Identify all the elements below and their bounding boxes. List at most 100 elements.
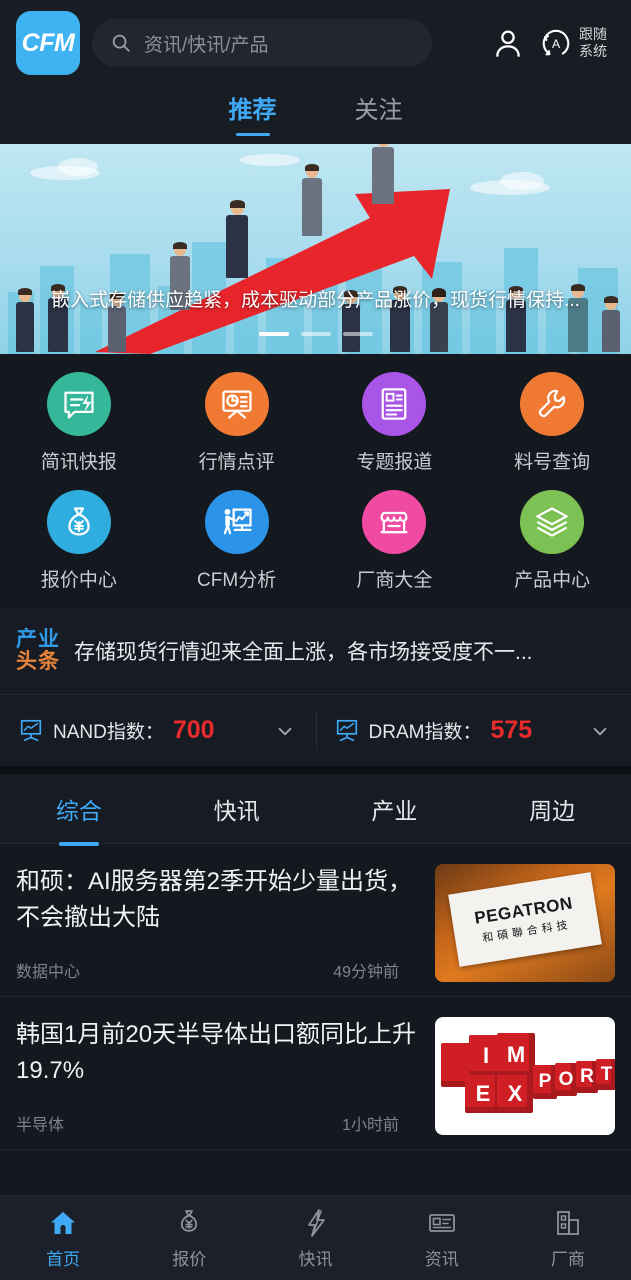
svg-text:A: A (552, 37, 561, 51)
shortcut-special-report[interactable]: 专题报道 (316, 372, 474, 474)
top-tab-bar: 推荐 关注 (0, 86, 631, 144)
chevron-down-icon[interactable] (587, 718, 613, 744)
nav-item-flash[interactable]: 快讯 (252, 1207, 378, 1270)
shortcut-label: 简讯快报 (40, 452, 117, 473)
product-center-icon (520, 490, 585, 554)
badge-line2: 头条 (16, 650, 60, 673)
news-list: 和硕：AI服务器第2季开始少量出货，不会撤出大陆 数据中心 49分钟前 PEGA… (0, 844, 631, 1195)
shortcut-label: 报价中心 (40, 570, 117, 591)
news-thumbnail[interactable]: I M E X P O R T (435, 1017, 615, 1135)
news-source: 数据中心 (16, 964, 81, 981)
news-item[interactable]: 和硕：AI服务器第2季开始少量出货，不会撤出大陆 数据中心 49分钟前 PEGA… (0, 844, 631, 997)
nand-index-value: 700 (172, 716, 215, 744)
block-letter: P (533, 1065, 557, 1099)
news-meta: 数据中心 49分钟前 (16, 944, 419, 982)
hero-banner[interactable]: 嵌入式存储供应趋紧，成本驱动部分产品涨价，现货行情保持... (0, 144, 631, 354)
person-figure (300, 164, 324, 236)
search-input[interactable]: 资讯/快讯/产品 (92, 19, 432, 67)
news-time: 49分钟前 (333, 964, 399, 981)
content-tab-flash[interactable]: 快讯 (158, 792, 316, 826)
banner-dot[interactable] (258, 332, 289, 336)
headline-row[interactable]: 产业 头条 存储现货行情迎来全面上涨，各市场接受度不一... (0, 608, 631, 694)
news-time: 1小时前 (342, 1117, 399, 1134)
auto-theme-icon: A (542, 29, 570, 56)
nav-item-vendor[interactable]: 厂商 (505, 1207, 631, 1270)
shortcut-product-center[interactable]: 产品中心 (473, 490, 631, 592)
dram-index-cell[interactable]: DRAM指数： 575 (315, 695, 631, 766)
app-root: CFM 资讯/快讯/产品 A 跟随 系统 推荐 关注 嵌入式存储供应趋紧，成本驱… (0, 0, 631, 1280)
nav-item-quote[interactable]: 报价 (126, 1207, 252, 1270)
headline-text: 存储现货行情迎来全面上涨，各市场接受度不一... (74, 641, 533, 664)
shortcut-grid: 简讯快报 行情点评 专题报道 料号查询 报价中心 CFM分析 厂商大全 产品中心 (0, 354, 631, 608)
news-source: 半导体 (16, 1117, 65, 1134)
block-letter: M (497, 1033, 535, 1077)
shortcut-part-number-search[interactable]: 料号查询 (473, 372, 631, 474)
search-placeholder: 资讯/快讯/产品 (144, 34, 269, 56)
banner-dot[interactable] (342, 332, 373, 336)
shortcut-news-flash[interactable]: 简讯快报 (0, 372, 158, 474)
dram-index-label: DRAM指数： (368, 722, 482, 743)
nav-label: 首页 (46, 1249, 81, 1269)
chart-board-icon (20, 719, 42, 741)
news-content: 韩国1月前20天半导体出口额同比上升19.7% 半导体 1小时前 (16, 1017, 419, 1135)
special-report-icon (362, 372, 427, 436)
home-icon (51, 1211, 76, 1234)
news-thumbnail[interactable]: PEGATRON 和碩聯合科技 (435, 864, 615, 982)
nand-index-label: NAND指数： (53, 722, 164, 743)
theme-toggle[interactable]: A 跟随 系统 (539, 26, 615, 60)
shortcut-quote-center[interactable]: 报价中心 (0, 490, 158, 592)
pegatron-sign: PEGATRON 和碩聯合科技 (448, 872, 602, 967)
banner-dot[interactable] (300, 332, 331, 336)
news-title: 韩国1月前20天半导体出口额同比上升19.7% (16, 1021, 417, 1084)
headline-card: 产业 头条 存储现货行情迎来全面上涨，各市场接受度不一... NAND指数： 7… (0, 608, 631, 766)
nav-label: 厂商 (550, 1249, 585, 1269)
person-figure (370, 144, 396, 204)
dram-index-value: 575 (490, 716, 533, 744)
news-card-icon (428, 1213, 455, 1232)
shortcut-label: CFM分析 (197, 570, 277, 591)
lightning-icon (307, 1208, 325, 1237)
search-icon (112, 34, 130, 52)
theme-label-line1: 跟随 (579, 26, 607, 42)
content-tab-industry[interactable]: 产业 (316, 792, 474, 826)
banner-title: 嵌入式存储供应趋紧，成本驱动部分产品涨价，现货行情保持... (51, 290, 580, 311)
content-tab-comprehensive[interactable]: 综合 (0, 792, 158, 826)
block-letter: R (576, 1061, 598, 1093)
badge-line1: 产业 (16, 627, 60, 651)
block-letter: E (465, 1075, 501, 1113)
quote-center-icon (46, 490, 111, 554)
shortcut-label: 专题报道 (356, 452, 433, 473)
nav-item-news[interactable]: 资讯 (379, 1207, 505, 1270)
nav-label: 快讯 (298, 1249, 333, 1269)
industry-headline-badge: 产业 头条 (16, 627, 60, 673)
user-icon[interactable] (491, 26, 525, 60)
shortcut-label: 厂商大全 (356, 570, 433, 591)
header-actions: A 跟随 系统 (491, 26, 615, 60)
cfm-logo[interactable]: CFM (16, 11, 80, 75)
news-title: 和硕：AI服务器第2季开始少量出货，不会撤出大陆 (16, 868, 413, 931)
news-item[interactable]: 韩国1月前20天半导体出口额同比上升19.7% 半导体 1小时前 I M E X… (0, 997, 631, 1150)
tab-follow[interactable]: 关注 (355, 90, 403, 136)
content-tab-peripheral[interactable]: 周边 (473, 792, 631, 826)
tab-recommend[interactable]: 推荐 (229, 90, 277, 136)
money-bag-icon (181, 1209, 198, 1232)
content-tab-bar: 综合 快讯 产业 周边 (0, 774, 631, 844)
nav-label: 资讯 (424, 1249, 459, 1269)
nand-index-cell[interactable]: NAND指数： 700 (0, 695, 316, 766)
part-number-search-icon (520, 372, 585, 436)
index-row: NAND指数： 700 DRAM指数： 575 (0, 694, 631, 766)
bottom-nav: 首页 报价 快讯 资讯 厂商 (0, 1195, 631, 1280)
shortcut-label: 料号查询 (514, 452, 591, 473)
shortcut-cfm-analysis[interactable]: CFM分析 (158, 490, 316, 592)
person-figure (224, 200, 250, 278)
shortcut-vendor-directory[interactable]: 厂商大全 (316, 490, 474, 592)
chevron-down-icon[interactable] (272, 718, 298, 744)
news-content: 和硕：AI服务器第2季开始少量出货，不会撤出大陆 数据中心 49分钟前 (16, 864, 419, 982)
shortcut-label: 产品中心 (514, 570, 591, 591)
banner-pagination[interactable] (0, 332, 631, 336)
news-flash-icon (46, 372, 111, 436)
block-letter: X (497, 1075, 533, 1113)
nav-item-home[interactable]: 首页 (0, 1207, 126, 1270)
shortcut-market-review[interactable]: 行情点评 (158, 372, 316, 474)
vendor-directory-icon (362, 490, 427, 554)
